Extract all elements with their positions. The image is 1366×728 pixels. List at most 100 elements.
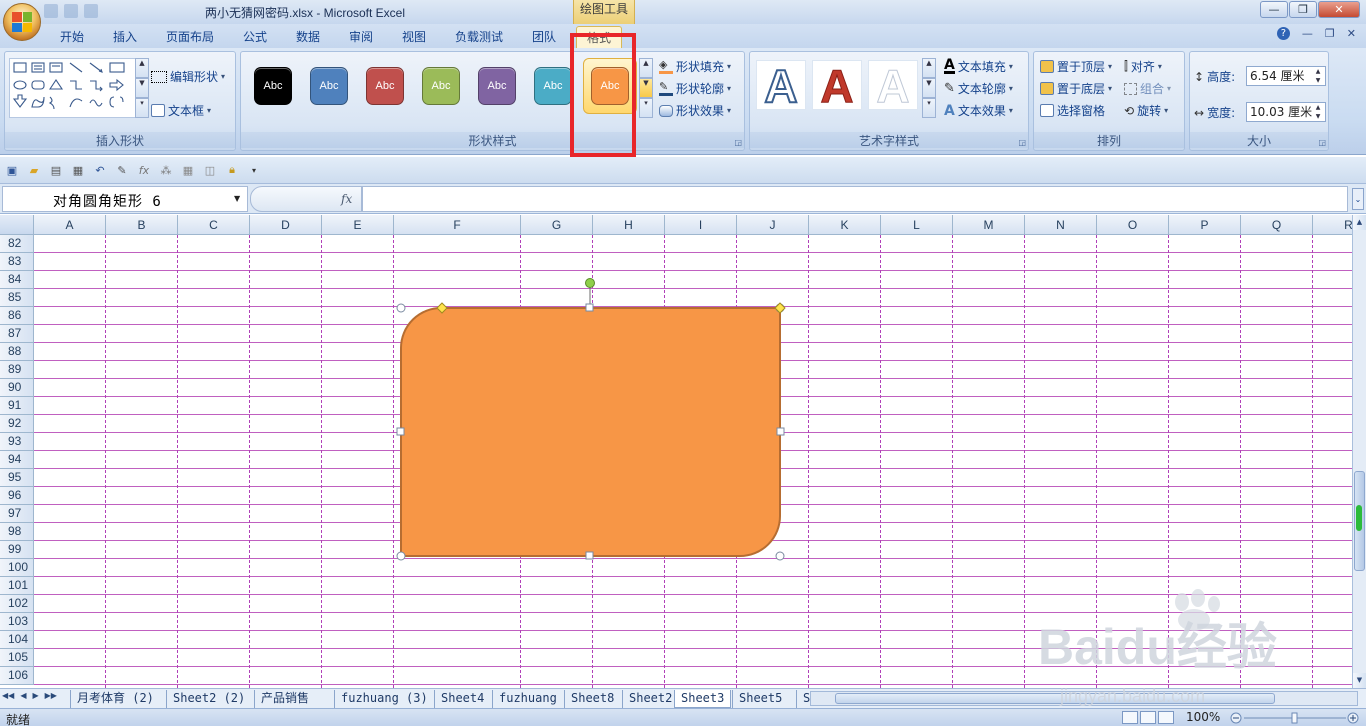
row-header[interactable]: 106	[0, 667, 34, 685]
page-layout-view-icon[interactable]	[1140, 711, 1156, 724]
close-button[interactable]: ✕	[1318, 1, 1360, 18]
dialog-launcher-icon[interactable]: ◲	[1018, 138, 1026, 147]
column-header-e[interactable]: E	[322, 215, 394, 235]
column-header-p[interactable]: P	[1169, 215, 1241, 235]
lock-icon[interactable]: 🔒︎	[224, 162, 240, 178]
shapes-scroll-up[interactable]: ▲	[135, 58, 149, 78]
group-button[interactable]: 组合 ▾	[1124, 80, 1171, 97]
formula-input[interactable]	[362, 186, 1348, 212]
column-header-f[interactable]: F	[394, 215, 521, 235]
text-outline-button[interactable]: ✎ 文本轮廓 ▾	[944, 80, 1013, 97]
style-swatch-aqua[interactable]: Abc	[531, 64, 575, 108]
normal-view-icon[interactable]	[1122, 711, 1138, 724]
doc-minimize-icon[interactable]: —	[1302, 27, 1313, 40]
style-swatch-orange-selected[interactable]: Abc	[583, 58, 637, 114]
print-preview-icon[interactable]: ▤	[48, 162, 64, 178]
row-header[interactable]: 104	[0, 631, 34, 649]
width-input[interactable]: 10.03 厘米 ▲ ▼	[1246, 102, 1326, 122]
style-swatch-green[interactable]: Abc	[419, 64, 463, 108]
column-header-a[interactable]: A	[34, 215, 106, 235]
column-header-b[interactable]: B	[106, 215, 178, 235]
row-header[interactable]: 90	[0, 379, 34, 397]
wordart-red[interactable]: A	[812, 60, 862, 112]
first-sheet-icon[interactable]: ◀◀	[2, 691, 14, 700]
sheet-tab[interactable]: Sheet5	[732, 690, 788, 708]
width-spinner[interactable]: ▲ ▼	[1311, 103, 1325, 121]
row-header[interactable]: 85	[0, 289, 34, 307]
dialog-launcher-icon[interactable]: ◲	[734, 138, 742, 147]
bring-to-front-button[interactable]: 置于顶层 ▾	[1040, 58, 1112, 75]
edit-shape-button[interactable]: 编辑形状 ▾	[151, 68, 225, 85]
style-swatch-red[interactable]: Abc	[363, 64, 407, 108]
restore-button[interactable]: ❐	[1289, 1, 1317, 18]
height-input[interactable]: 6.54 厘米 ▲ ▼	[1246, 66, 1326, 86]
style-swatch-purple[interactable]: Abc	[475, 64, 519, 108]
camera-icon[interactable]: ◫	[202, 162, 218, 178]
rotation-handle[interactable]	[585, 278, 595, 288]
table-icon[interactable]: ▦	[180, 162, 196, 178]
wordart-white[interactable]: A	[868, 60, 918, 112]
tab-review[interactable]: 审阅	[347, 28, 375, 48]
column-header-i[interactable]: I	[665, 215, 737, 235]
qat-icon[interactable]	[64, 4, 78, 18]
trace-icon[interactable]: ⁂	[158, 162, 174, 178]
sheet-tab[interactable]: 产品销售	[254, 690, 315, 708]
row-header[interactable]: 105	[0, 649, 34, 667]
customize-qat-icon[interactable]: ▾	[246, 162, 262, 178]
column-header-c[interactable]: C	[178, 215, 250, 235]
scroll-down-icon[interactable]: ▼	[1353, 673, 1366, 688]
minimize-button[interactable]: —	[1260, 1, 1288, 18]
shape-outline-button[interactable]: ✎ 形状轮廓 ▾	[659, 80, 731, 97]
row-header[interactable]: 101	[0, 577, 34, 595]
open-folder-icon[interactable]: ▰	[26, 162, 42, 178]
row-header[interactable]: 91	[0, 397, 34, 415]
styles-scroll-down[interactable]: ▼	[639, 78, 653, 98]
rotate-button[interactable]: ⟲ 旋转 ▾	[1124, 102, 1168, 119]
resize-handle-n[interactable]	[585, 303, 594, 312]
name-box[interactable]: 对角圆角矩形 6	[2, 186, 248, 212]
resize-handle-sw[interactable]	[396, 551, 406, 561]
style-swatch-blue[interactable]: Abc	[307, 64, 351, 108]
resize-handle-w[interactable]	[396, 427, 405, 436]
column-header-m[interactable]: M	[953, 215, 1025, 235]
vertical-scrollbar[interactable]: ▲ ▼	[1352, 215, 1366, 688]
tab-data[interactable]: 数据	[294, 28, 322, 48]
row-header[interactable]: 82	[0, 235, 34, 253]
column-header-q[interactable]: Q	[1241, 215, 1313, 235]
last-sheet-icon[interactable]: ▶▶	[45, 691, 57, 700]
row-header[interactable]: 89	[0, 361, 34, 379]
qat-icon[interactable]	[44, 4, 58, 18]
zoom-slider[interactable]	[1230, 712, 1360, 724]
sheet-tab[interactable]: fuzhuang (3)	[334, 690, 434, 708]
resize-handle-nw[interactable]	[396, 303, 406, 313]
column-header-d[interactable]: D	[250, 215, 322, 235]
send-to-back-button[interactable]: 置于底层 ▾	[1040, 80, 1112, 97]
row-header[interactable]: 88	[0, 343, 34, 361]
styles-scroll-up[interactable]: ▲	[639, 58, 653, 78]
row-header[interactable]: 98	[0, 523, 34, 541]
tab-load-test[interactable]: 负载测试	[453, 28, 505, 48]
row-header[interactable]: 87	[0, 325, 34, 343]
qat-icon[interactable]	[84, 4, 98, 18]
text-effects-button[interactable]: A 文本效果 ▾	[944, 102, 1013, 119]
tab-view[interactable]: 视图	[400, 28, 428, 48]
page-setup-icon[interactable]: ▦	[70, 162, 86, 178]
tab-format[interactable]: 格式	[576, 26, 623, 48]
tab-insert[interactable]: 插入	[111, 28, 139, 48]
shapes-scroll-down[interactable]: ▼	[135, 78, 149, 98]
column-header-r[interactable]: R	[1313, 215, 1352, 235]
row-header[interactable]: 84	[0, 271, 34, 289]
doc-restore-icon[interactable]: ❐	[1325, 27, 1335, 40]
row-header[interactable]: 86	[0, 307, 34, 325]
sheet-tab[interactable]: Sheet2	[622, 690, 678, 708]
shape-effects-button[interactable]: 形状效果 ▾	[659, 102, 731, 119]
column-header-h[interactable]: H	[593, 215, 665, 235]
highlight-icon[interactable]: ✎	[114, 162, 130, 178]
resize-handle-e[interactable]	[776, 427, 785, 436]
text-fill-button[interactable]: A 文本填充 ▾	[944, 58, 1013, 75]
column-header-k[interactable]: K	[809, 215, 881, 235]
page-break-view-icon[interactable]	[1158, 711, 1174, 724]
expand-formula-bar-icon[interactable]: ⌄	[1352, 188, 1364, 210]
dialog-launcher-icon[interactable]: ◲	[1318, 138, 1326, 147]
style-swatch-black[interactable]: Abc	[251, 64, 295, 108]
